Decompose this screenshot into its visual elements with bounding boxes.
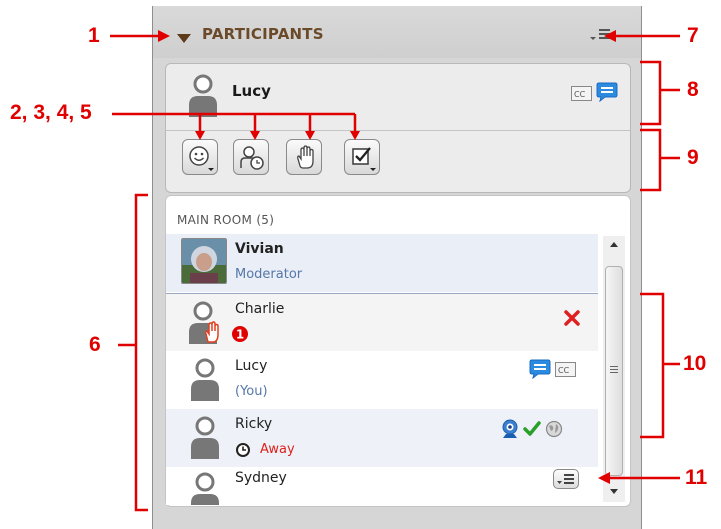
callout-10: 10	[683, 352, 707, 375]
callout-lines	[110, 30, 680, 512]
callout-6: 6	[89, 333, 101, 356]
callout-1: 1	[88, 24, 100, 47]
callout-9: 9	[687, 146, 699, 169]
callout-8: 8	[687, 78, 699, 101]
callout-7: 7	[687, 24, 699, 47]
callout-2-5: 2, 3, 4, 5	[10, 101, 92, 124]
callout-11: 11	[685, 466, 708, 489]
